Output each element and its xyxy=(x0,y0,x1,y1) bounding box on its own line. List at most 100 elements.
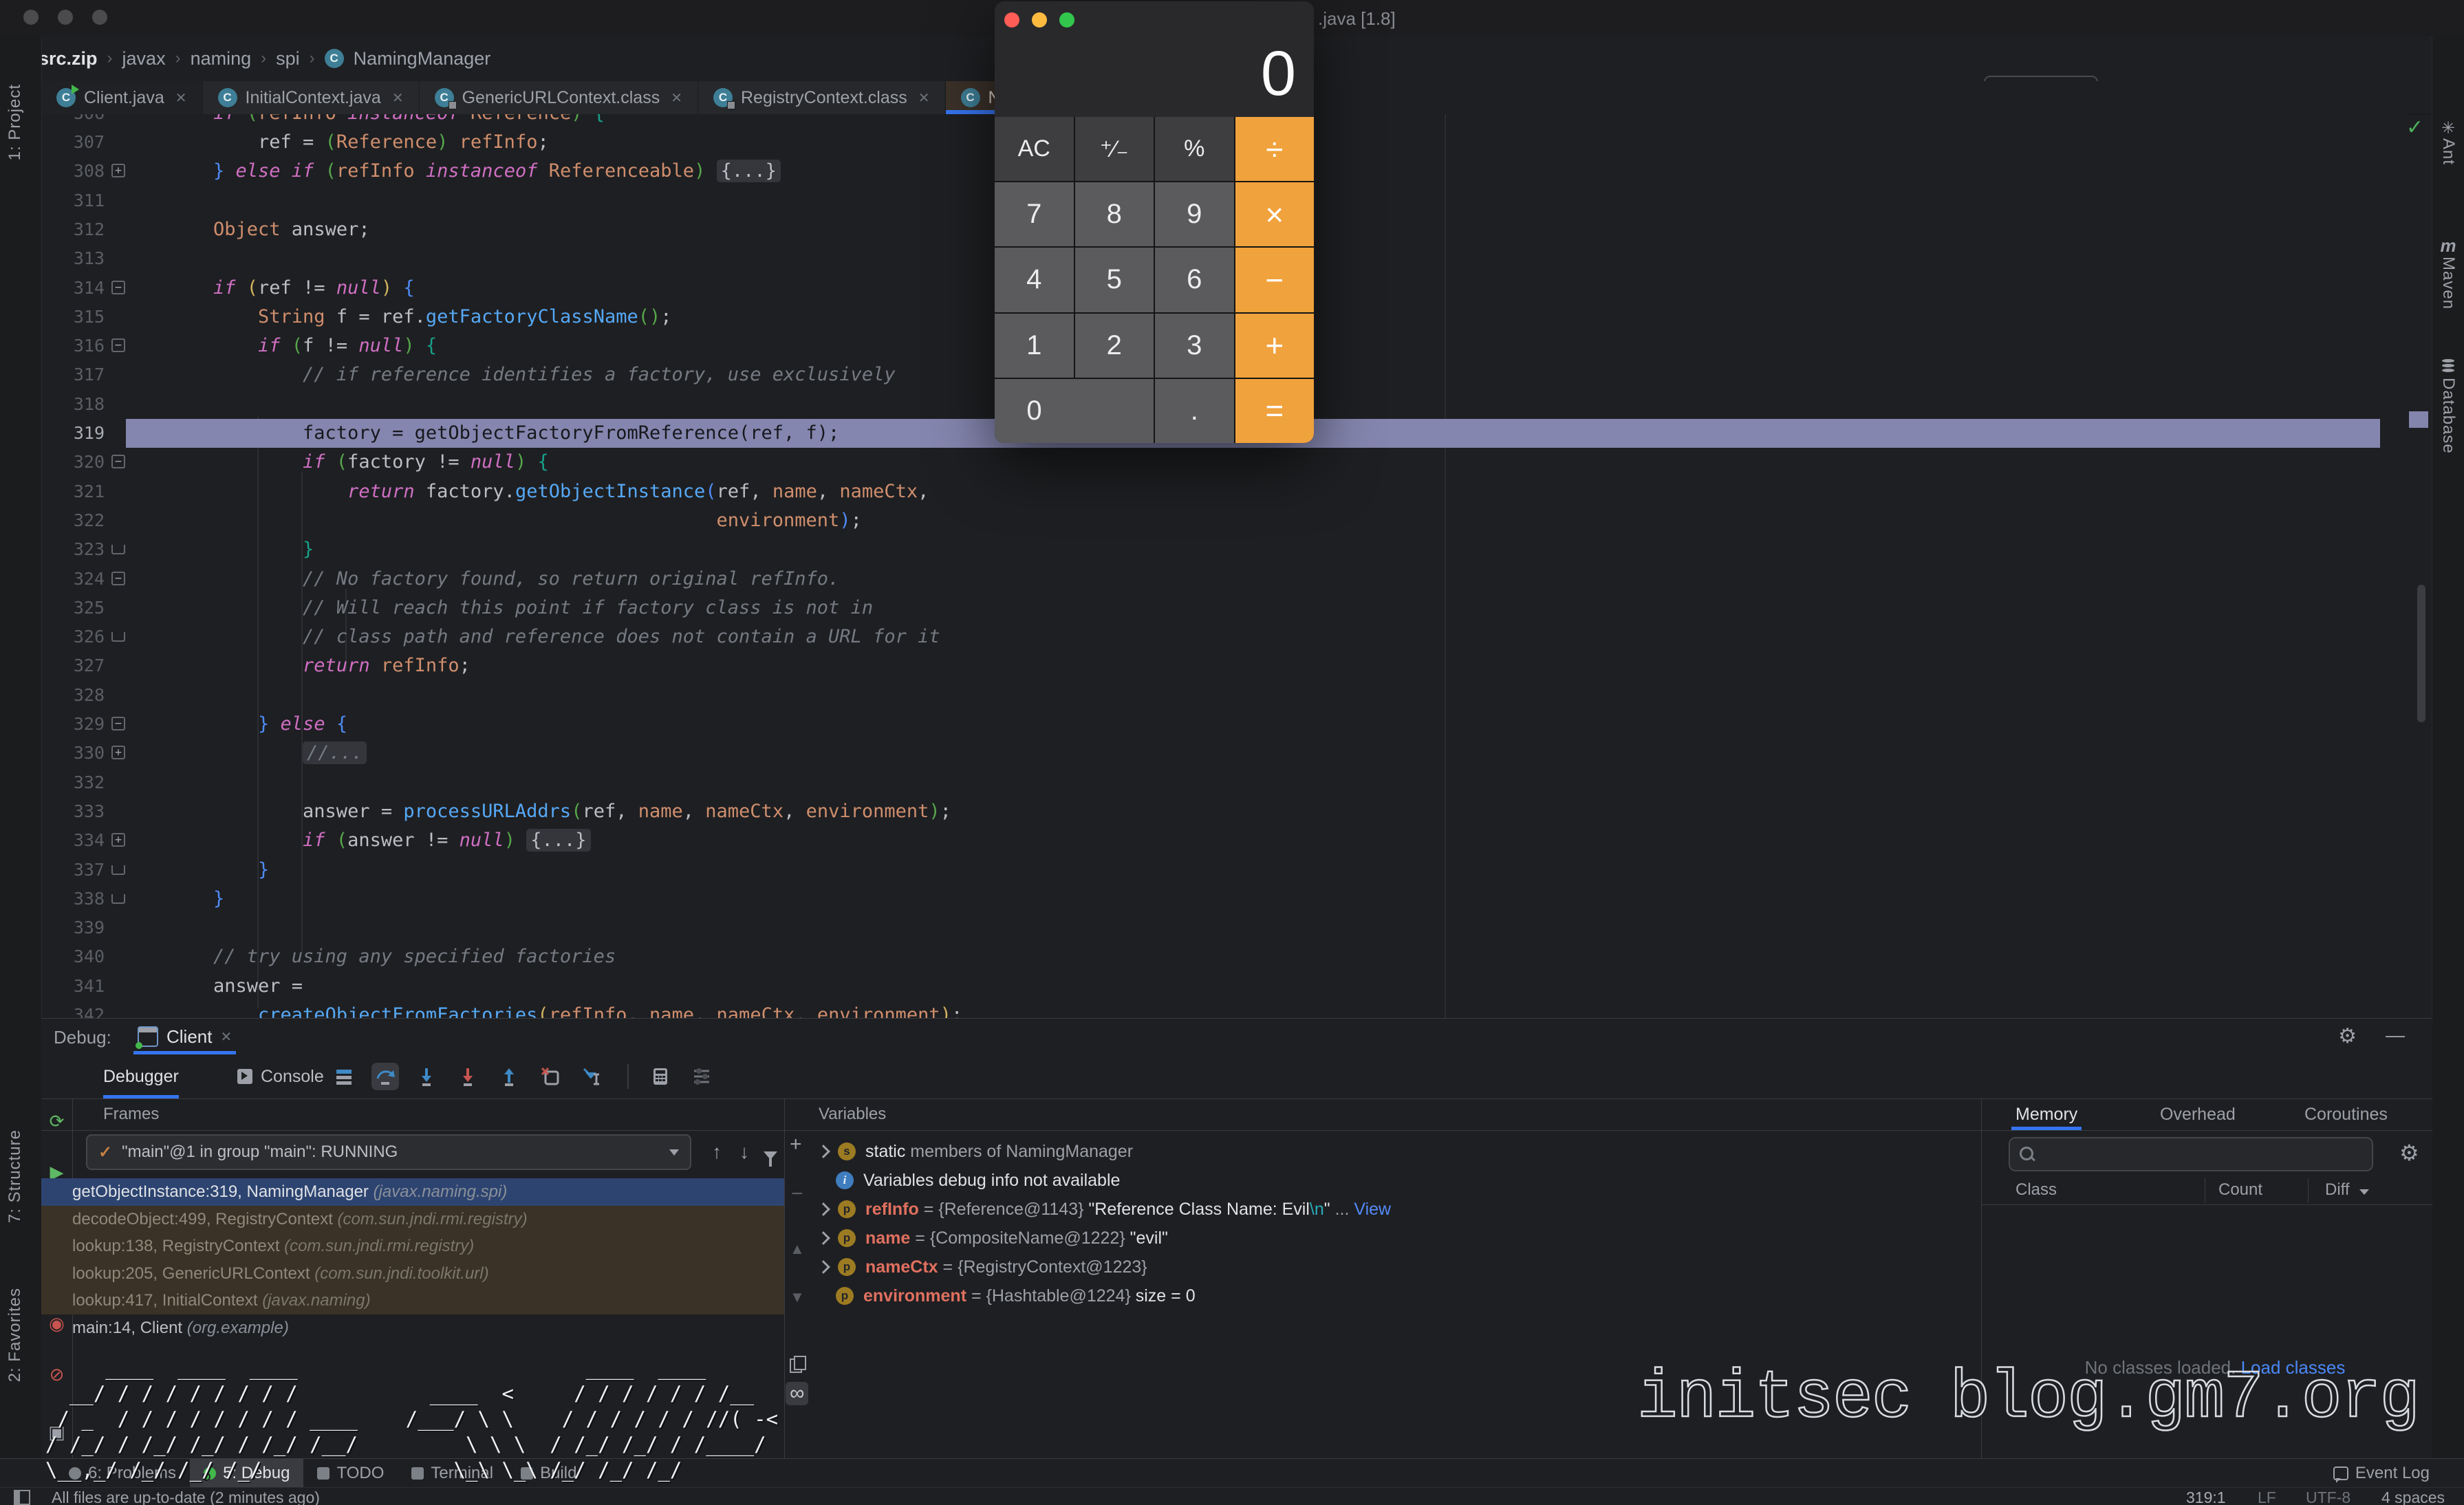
tool-stripe-structure[interactable]: 7: Structure xyxy=(6,1129,25,1226)
hide-frames-filter-icon[interactable] xyxy=(764,1151,777,1160)
frame-down-icon[interactable]: ↓ xyxy=(739,1141,749,1163)
variable-row[interactable]: pname = {CompositeName@1222} "evil" xyxy=(819,1224,1168,1253)
code-line-334[interactable]: 334+ if (answer != null) {...} xyxy=(41,826,2408,855)
drop-frame-button[interactable] xyxy=(537,1063,564,1090)
variable-row[interactable]: sstatic members of NamingManager xyxy=(819,1137,1133,1166)
editor-tab-registrycontext-class[interactable]: CRegistryContext.class✕ xyxy=(698,81,946,114)
frame-row[interactable]: getObjectInstance:319, NamingManager (ja… xyxy=(41,1178,784,1206)
breadcrumb[interactable]: src.zip›javax›naming›spi›CNamingManager xyxy=(39,36,490,81)
editor-tab-genericurlcontext-class[interactable]: CGenericURLContext.class✕ xyxy=(420,81,698,114)
code-line-342[interactable]: 342 createObjectFromFactories(refInfo, n… xyxy=(41,1001,2408,1018)
calc-button-2[interactable]: 2 xyxy=(1075,314,1154,378)
calc-button-AC[interactable]: AC xyxy=(995,117,1074,181)
calc-zoom-button[interactable] xyxy=(1059,12,1074,28)
fold-marker[interactable] xyxy=(111,545,125,554)
code-line-320[interactable]: 320− if (factory != null) { xyxy=(41,448,2408,477)
caret-position[interactable]: 319:1 xyxy=(2186,1488,2226,1505)
code-line-321[interactable]: 321 return factory.getObjectInstance(ref… xyxy=(41,477,2408,506)
layout-settings-button[interactable] xyxy=(688,1063,715,1090)
view-link[interactable]: View xyxy=(1354,1200,1391,1219)
editor-tab-initialcontext-java[interactable]: CInitialContext.java✕ xyxy=(203,81,420,114)
tab-debugger[interactable]: Debugger xyxy=(103,1054,179,1098)
tab-console[interactable]: Console xyxy=(237,1054,324,1098)
memory-tab-coroutines[interactable]: Coroutines xyxy=(2304,1098,2388,1130)
code-line-324[interactable]: 324− // No factory found, so return orig… xyxy=(41,565,2408,594)
calc-button-1[interactable]: 1 xyxy=(995,314,1074,378)
breadcrumb-item[interactable]: src.zip xyxy=(39,48,98,69)
tool-stripe-database[interactable]: Database xyxy=(2439,359,2458,457)
frame-row[interactable]: main:14, Client (org.example) xyxy=(41,1314,784,1342)
calc-button-3[interactable]: 3 xyxy=(1155,314,1234,378)
fold-marker[interactable] xyxy=(111,865,125,875)
close-icon[interactable]: ✕ xyxy=(671,89,682,107)
calc-button-÷[interactable]: ÷ xyxy=(1235,117,1315,181)
code-line-328[interactable]: 328 xyxy=(41,681,2408,710)
code-line-326[interactable]: 326 // class path and reference does not… xyxy=(41,622,2408,651)
memory-tab-overhead[interactable]: Overhead xyxy=(2160,1098,2236,1130)
calc-button-4[interactable]: 4 xyxy=(995,248,1074,312)
step-over-button[interactable] xyxy=(371,1063,399,1090)
calc-button-%[interactable]: % xyxy=(1155,117,1234,181)
close-icon[interactable]: ✕ xyxy=(175,89,187,107)
memory-search-input[interactable] xyxy=(2009,1137,2373,1171)
calc-button-+[interactable]: + xyxy=(1235,314,1315,378)
breadcrumb-item[interactable]: javax xyxy=(122,48,166,69)
frame-row[interactable]: lookup:417, InitialContext (javax.naming… xyxy=(41,1287,784,1314)
frame-row[interactable]: decodeObject:499, RegistryContext (com.s… xyxy=(41,1206,784,1233)
variable-row[interactable]: penvironment = {Hashtable@1224} size = 0 xyxy=(819,1281,1196,1310)
code-line-333[interactable]: 333 answer = processURLAddrs(ref, name, … xyxy=(41,797,2408,826)
variable-row[interactable]: pnameCtx = {RegistryContext@1223} xyxy=(819,1253,1147,1281)
thread-selector[interactable]: ✓ "main"@1 in group "main": RUNNING xyxy=(86,1134,691,1170)
tool-stripe-ant[interactable]: ✳ Ant xyxy=(2439,118,2458,169)
fold-marker[interactable] xyxy=(111,894,125,904)
code-line-341[interactable]: 341answer = xyxy=(41,972,2408,1001)
duplicate-watch-icon[interactable] xyxy=(790,1358,802,1373)
code-line-339[interactable]: 339 xyxy=(41,913,2408,942)
code-line-340[interactable]: 340// try using any specified factories xyxy=(41,942,2408,971)
current-line-stripe-marker[interactable] xyxy=(2409,411,2428,428)
event-log-button[interactable]: Event Log xyxy=(2320,1459,2443,1488)
line-ending[interactable]: LF xyxy=(2258,1488,2276,1505)
expand-chevron-icon[interactable] xyxy=(817,1202,830,1216)
remove-watch-icon[interactable]: − xyxy=(791,1182,803,1206)
step-out-button[interactable] xyxy=(495,1063,523,1090)
calc-close-button[interactable] xyxy=(1004,12,1019,28)
variable-row[interactable]: prefInfo = {Reference@1143} "Reference C… xyxy=(819,1195,1391,1224)
frame-row[interactable]: lookup:205, GenericURLContext (com.sun.j… xyxy=(41,1260,784,1288)
close-icon[interactable]: ✕ xyxy=(392,89,404,107)
calc-button-8[interactable]: 8 xyxy=(1075,182,1154,246)
memory-col-diff[interactable]: Diff xyxy=(2325,1177,2369,1203)
tool-stripe-maven[interactable]: m Maven xyxy=(2439,235,2458,313)
fold-marker[interactable]: − xyxy=(111,572,125,585)
evaluate-expression-button[interactable] xyxy=(647,1063,674,1090)
debug-settings-gear-icon[interactable]: ⚙ xyxy=(2338,1024,2357,1048)
tool-window-toggle-icon[interactable] xyxy=(14,1490,30,1505)
code-line-330[interactable]: 330+ //... xyxy=(41,739,2408,768)
fold-marker[interactable]: − xyxy=(111,717,125,730)
memory-col-count[interactable]: Count xyxy=(2218,1177,2262,1203)
debug-session-tab[interactable]: Client ✕ xyxy=(138,1021,232,1052)
calc-button-−[interactable]: − xyxy=(1235,248,1315,312)
calc-button-6[interactable]: 6 xyxy=(1155,248,1234,312)
step-into-button[interactable] xyxy=(413,1063,440,1090)
frame-up-icon[interactable]: ↑ xyxy=(712,1141,722,1163)
calc-button-.[interactable]: . xyxy=(1155,379,1234,443)
calc-button-0[interactable]: 0 xyxy=(995,379,1154,443)
fold-marker[interactable]: + xyxy=(111,164,125,177)
breadcrumb-item[interactable]: naming xyxy=(191,48,252,69)
memory-tab-memory[interactable]: Memory xyxy=(2015,1098,2077,1130)
fold-marker[interactable]: − xyxy=(111,455,125,468)
close-icon[interactable]: ✕ xyxy=(918,89,930,107)
indent-setting[interactable]: 4 spaces xyxy=(2381,1488,2445,1505)
fold-marker[interactable]: − xyxy=(111,281,125,294)
memory-settings-gear-icon[interactable]: ⚙ xyxy=(2399,1140,2419,1166)
new-watch-icon[interactable]: + xyxy=(790,1133,802,1156)
calc-minimize-button[interactable] xyxy=(1032,12,1047,28)
expand-chevron-icon[interactable] xyxy=(817,1145,830,1158)
rerun-icon[interactable]: ⟳ xyxy=(41,1111,72,1132)
tool-stripe-favorites[interactable]: 2: Favorites xyxy=(6,1288,25,1385)
tool-stripe-project[interactable]: 1: Project xyxy=(6,84,25,164)
breadcrumb-item[interactable]: spi xyxy=(276,48,300,69)
force-step-into-button[interactable] xyxy=(454,1063,482,1090)
code-line-323[interactable]: 323 } xyxy=(41,535,2408,564)
